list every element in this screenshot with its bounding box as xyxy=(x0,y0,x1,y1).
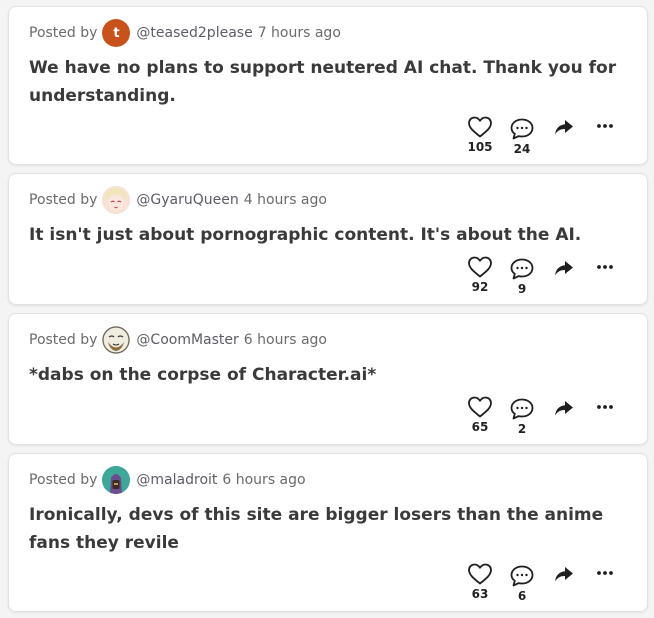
post-time: 6 hours ago xyxy=(243,332,327,348)
like-button[interactable]: 65 xyxy=(467,395,493,434)
post-meta: Posted by t @teased2please 7 hours ago xyxy=(29,18,341,48)
heart-icon xyxy=(468,563,492,585)
post-meta: Posted by @GyaruQueen 4 hours ago xyxy=(29,185,327,215)
user-handle[interactable]: @GyaruQueen xyxy=(136,192,238,208)
like-count: 105 xyxy=(467,140,493,154)
post-text: *dabs on the corpse of Character.ai* xyxy=(29,365,377,385)
avatar-letter: t xyxy=(113,25,120,41)
post-meta: Posted by @CoomMaster 6 hours ago xyxy=(29,325,327,355)
avatar[interactable] xyxy=(102,186,131,214)
avatar[interactable] xyxy=(102,466,131,494)
comment-button[interactable]: 2 xyxy=(509,397,535,436)
comment-button[interactable]: 24 xyxy=(509,117,535,156)
comment-bubble-icon xyxy=(510,118,534,140)
more-dots-icon xyxy=(597,571,613,575)
posted-by-label: Posted by xyxy=(29,472,98,488)
share-button[interactable] xyxy=(553,564,575,584)
post-card: Posted by @maladroit 6 hours ago Ironica… xyxy=(8,453,648,612)
anime-girl-avatar-icon xyxy=(102,186,131,214)
comment-bubble-icon xyxy=(510,565,534,587)
more-dots-icon xyxy=(597,405,613,409)
bearded-face-avatar-icon xyxy=(102,326,131,354)
like-count: 65 xyxy=(471,420,489,434)
post-time: 7 hours ago xyxy=(257,25,341,41)
more-dots-icon xyxy=(597,265,613,269)
comment-count: 2 xyxy=(517,422,527,436)
post-text: It isn't just about pornographic content… xyxy=(29,225,582,245)
share-arrow-icon xyxy=(555,120,573,135)
more-options-button[interactable] xyxy=(595,402,615,412)
hooded-figure-avatar-icon xyxy=(102,466,131,494)
comment-count: 9 xyxy=(517,282,527,296)
post-time: 6 hours ago xyxy=(222,472,306,488)
comment-button[interactable]: 6 xyxy=(509,564,535,603)
more-options-button[interactable] xyxy=(595,568,615,578)
comment-bubble-icon xyxy=(510,398,534,420)
heart-icon xyxy=(468,116,492,138)
share-button[interactable] xyxy=(553,258,575,278)
share-arrow-icon xyxy=(555,401,573,416)
share-arrow-icon xyxy=(555,261,573,276)
comment-count: 6 xyxy=(517,589,527,603)
heart-icon xyxy=(468,256,492,278)
post-text: Ironically, devs of this site are bigger… xyxy=(29,505,604,553)
comment-bubble-icon xyxy=(510,258,534,280)
posted-by-label: Posted by xyxy=(29,332,98,348)
posted-by-label: Posted by xyxy=(29,25,98,41)
post-time: 4 hours ago xyxy=(243,192,327,208)
avatar[interactable]: t xyxy=(102,19,131,47)
user-handle[interactable]: @CoomMaster xyxy=(136,332,238,348)
comment-count: 24 xyxy=(513,142,531,156)
user-handle[interactable]: @teased2please xyxy=(136,25,252,41)
posted-by-label: Posted by xyxy=(29,192,98,208)
like-button[interactable]: 105 xyxy=(467,115,493,154)
share-button[interactable] xyxy=(553,117,575,137)
post-card: Posted by t @teased2please 7 hours ago W… xyxy=(8,6,648,165)
more-options-button[interactable] xyxy=(595,121,615,131)
like-count: 63 xyxy=(471,587,489,601)
like-count: 92 xyxy=(471,280,489,294)
like-button[interactable]: 63 xyxy=(467,562,493,601)
avatar[interactable] xyxy=(102,326,131,354)
more-dots-icon xyxy=(597,124,613,128)
post-meta: Posted by @maladroit 6 hours ago xyxy=(29,465,306,495)
user-handle[interactable]: @maladroit xyxy=(136,472,217,488)
like-button[interactable]: 92 xyxy=(467,255,493,294)
share-button[interactable] xyxy=(553,398,575,418)
post-card: Posted by @CoomMaster 6 hours ago *dabs … xyxy=(8,313,648,445)
comment-button[interactable]: 9 xyxy=(509,257,535,296)
heart-icon xyxy=(468,396,492,418)
post-card: Posted by @GyaruQueen 4 hours ago It isn… xyxy=(8,173,648,305)
share-arrow-icon xyxy=(555,567,573,582)
more-options-button[interactable] xyxy=(595,262,615,272)
post-text: We have no plans to support neutered AI … xyxy=(29,58,617,106)
